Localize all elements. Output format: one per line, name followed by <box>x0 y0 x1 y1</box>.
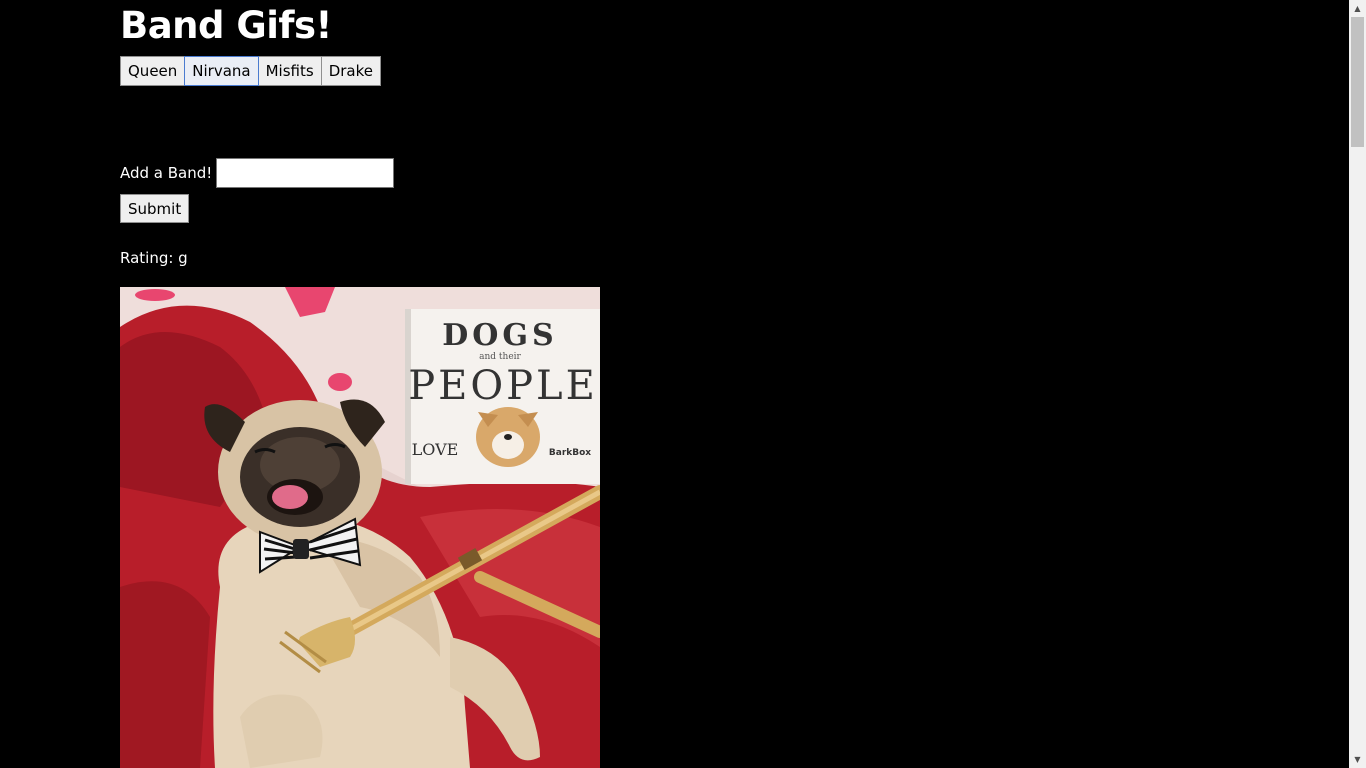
submit-button[interactable]: Submit <box>120 194 190 223</box>
scroll-thumb[interactable] <box>1351 17 1364 147</box>
scroll-down-icon[interactable]: ▼ <box>1349 751 1366 768</box>
band-button-drake[interactable]: Drake <box>320 56 381 86</box>
book-brand: BarkBox <box>549 448 591 458</box>
add-band-input[interactable] <box>216 158 395 188</box>
pug-gif-illustration: DOGS and their PEOPLE LOVE BarkBox <box>120 287 600 768</box>
band-buttons: Queen Nirvana Misfits Drake <box>120 56 381 86</box>
vertical-scrollbar[interactable]: ▲ ▼ <box>1349 0 1366 768</box>
scroll-up-icon[interactable]: ▲ <box>1349 0 1366 17</box>
page-title: Band Gifs! <box>120 4 332 47</box>
book-title-2: PEOPLE <box>408 363 598 409</box>
band-button-misfits[interactable]: Misfits <box>257 56 322 86</box>
page: Band Gifs! Queen Nirvana Misfits Drake A… <box>0 0 1349 768</box>
book: DOGS and their PEOPLE LOVE BarkBox <box>405 309 600 484</box>
gif-rating: Rating: g <box>120 249 188 267</box>
add-band-form: Add a Band! <box>120 158 395 188</box>
book-title-small: and their <box>479 352 521 362</box>
book-title-3: LOVE <box>412 440 459 459</box>
add-band-label: Add a Band! <box>120 164 213 182</box>
band-button-queen[interactable]: Queen <box>120 56 186 86</box>
gif-image[interactable]: DOGS and their PEOPLE LOVE BarkBox <box>120 287 600 768</box>
book-title-1: DOGS <box>442 318 557 353</box>
band-button-nirvana[interactable]: Nirvana <box>184 56 259 86</box>
